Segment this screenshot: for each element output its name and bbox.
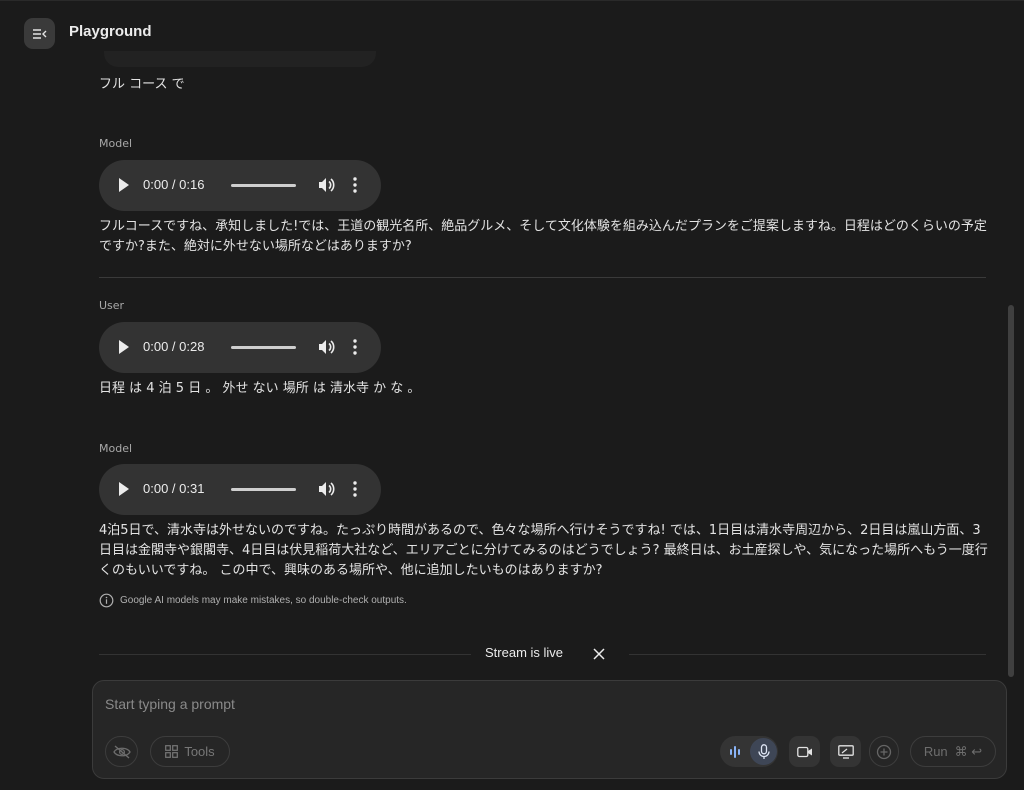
more-vert-icon[interactable] [348, 176, 362, 194]
audio-wave-button[interactable] [726, 743, 744, 761]
tools-button[interactable]: Tools [150, 736, 230, 767]
audio-seek-bar[interactable] [231, 346, 296, 349]
audio-seek-bar[interactable] [231, 184, 296, 187]
audio-time: 0:00 / 0:16 [143, 177, 205, 192]
grid-icon [165, 745, 179, 758]
volume-icon[interactable] [317, 338, 335, 356]
audio-wave-icon [730, 746, 740, 758]
scrollbar[interactable] [1008, 305, 1014, 677]
volume-icon[interactable] [317, 480, 335, 498]
turn-divider [99, 277, 986, 278]
info-icon [99, 593, 114, 607]
play-icon[interactable] [118, 482, 130, 496]
menu-collapse-icon [32, 28, 46, 39]
more-vert-icon[interactable] [348, 338, 362, 356]
play-icon[interactable] [118, 340, 130, 354]
run-shortcut: ⌘ ↩ [954, 743, 983, 759]
audio-player[interactable]: 0:00 / 0:16 [99, 160, 381, 211]
model-message-text: フルコースですね、承知しました!では、王道の観光名所、絶品グルメ、そして文化体験… [99, 219, 987, 254]
close-icon[interactable] [592, 647, 606, 661]
audio-seek-bar[interactable] [231, 488, 296, 491]
role-label-user: User [99, 299, 125, 312]
role-label-model: Model [99, 137, 133, 150]
mic-icon [757, 743, 770, 759]
disclaimer: Google AI models may make mistakes, so d… [99, 592, 407, 608]
tools-label: Tools [184, 744, 215, 759]
add-button[interactable] [869, 736, 899, 767]
videocam-icon [796, 746, 812, 757]
visibility-off-icon [112, 745, 131, 758]
audio-player[interactable]: 0:00 / 0:31 [99, 464, 381, 515]
menu-toggle-button[interactable] [24, 18, 55, 49]
add-circle-icon [876, 744, 892, 759]
audio-time: 0:00 / 0:31 [143, 481, 205, 496]
divider-line [99, 654, 471, 655]
header: Playground [0, 1, 1024, 65]
disclaimer-text: Google AI models may make mistakes, so d… [120, 594, 407, 606]
conversation: フル コース で Model 0:00 / 0:16 フルコースですね、承知しま… [0, 1, 1024, 681]
mic-button[interactable] [750, 738, 777, 765]
stream-status-row: Stream is live [99, 641, 986, 667]
model-message-text: 4泊5日で、清水寺は外せないのですね。たっぷり時間があるので、色々な場所へ行けそ… [99, 523, 988, 578]
audio-player[interactable]: 0:00 / 0:28 [99, 322, 381, 373]
stream-status-text: Stream is live [485, 645, 564, 660]
prompt-input[interactable] [105, 693, 985, 715]
user-message-text: 日程 は 4 泊 5 日 。 外せ ない 場所 は 清水寺 か な 。 [99, 381, 421, 396]
run-label: Run [923, 744, 948, 759]
playground-app: フル コース で Model 0:00 / 0:16 フルコースですね、承知しま… [0, 0, 1024, 790]
run-button[interactable]: Run ⌘ ↩ [910, 736, 996, 767]
page-title: Playground [69, 23, 152, 40]
divider-line [629, 654, 986, 655]
role-label-model: Model [99, 442, 133, 455]
camera-button[interactable] [789, 736, 820, 767]
more-vert-icon[interactable] [348, 480, 362, 498]
play-icon[interactable] [118, 178, 130, 192]
screen-share-button[interactable] [830, 736, 861, 767]
volume-icon[interactable] [317, 176, 335, 194]
hide-button[interactable] [105, 736, 138, 767]
audio-time: 0:00 / 0:28 [143, 339, 205, 354]
screen-share-icon [837, 744, 854, 759]
previous-user-text: フル コース で [99, 77, 185, 92]
prompt-composer: Tools [92, 680, 1007, 779]
audio-mode-group [720, 736, 778, 767]
